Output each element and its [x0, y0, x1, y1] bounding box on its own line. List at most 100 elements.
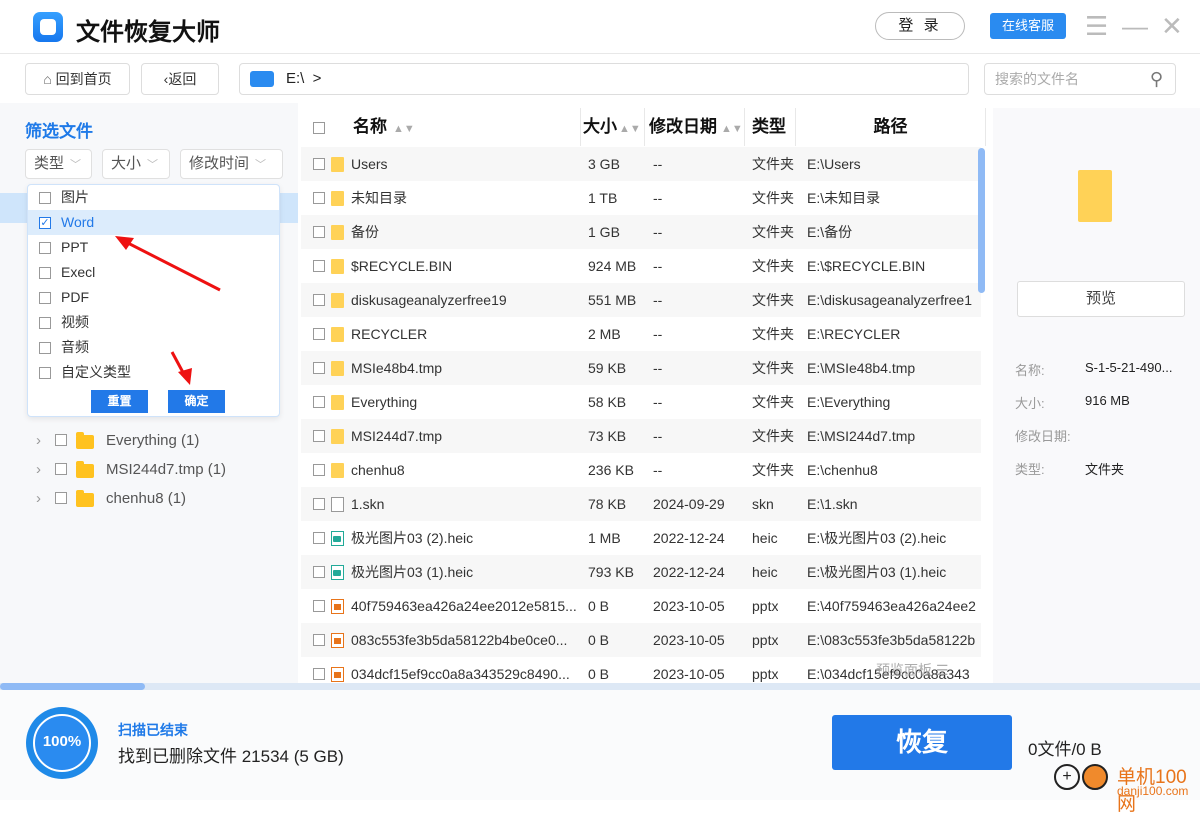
file-size: 0 B [588, 666, 610, 682]
sort-icon[interactable]: ▲▼ [721, 123, 743, 135]
file-date: -- [653, 258, 663, 274]
folder-icon [331, 428, 344, 444]
row-checkbox[interactable] [313, 634, 325, 646]
file-date: 2024-09-29 [653, 496, 725, 512]
option-checkbox[interactable] [39, 192, 51, 205]
table-scrollbar[interactable] [978, 148, 985, 293]
table-row[interactable]: Users 3 GB -- 文件夹 E:\Users [301, 147, 981, 181]
folder-icon [331, 258, 344, 274]
file-date: -- [653, 326, 663, 342]
file-size: 0 B [588, 632, 610, 648]
confirm-button[interactable]: 确定 [168, 390, 225, 413]
row-checkbox[interactable] [313, 566, 325, 578]
row-checkbox[interactable] [313, 260, 325, 272]
preview-button[interactable]: 预览 [1017, 281, 1185, 317]
recover-button[interactable]: 恢复 [832, 715, 1012, 770]
table-row[interactable]: diskusageanalyzerfree19 551 MB -- 文件夹 E:\dis… [301, 283, 981, 317]
row-checkbox[interactable] [313, 498, 325, 510]
tree-item[interactable]: › MSI244d7.tmp (1) [0, 455, 298, 484]
table-row[interactable]: Everything 58 KB -- 文件夹 E:\Everything [301, 385, 981, 419]
row-checkbox[interactable] [313, 396, 325, 408]
table-row[interactable]: MSI244d7.tmp 73 KB -- 文件夹 E:\MSI244d7.tmp [301, 419, 981, 453]
chevron-right-icon[interactable]: › [36, 484, 41, 513]
table-row[interactable]: 1.skn 78 KB 2024-09-29 skn E:\1.skn [301, 487, 981, 521]
row-checkbox[interactable] [313, 362, 325, 374]
file-path: E:\chenhu8 [807, 462, 878, 478]
row-checkbox[interactable] [313, 328, 325, 340]
close-icon[interactable]: ✕ [1161, 12, 1183, 40]
option-checkbox[interactable]: ✓ [39, 217, 51, 230]
option-checkbox[interactable] [39, 242, 51, 255]
row-checkbox[interactable] [313, 464, 325, 476]
chevron-right-icon[interactable]: › [36, 455, 41, 484]
type-filter-select[interactable]: 类型 ﹀ [25, 149, 92, 179]
table-row[interactable]: 40f759463ea426a24ee2012e5815... 0 B 2023-1… [301, 589, 981, 623]
row-checkbox[interactable] [313, 226, 325, 238]
option-checkbox[interactable] [39, 342, 51, 355]
search-input[interactable]: 搜索的文件名 ⚲ [984, 63, 1176, 95]
tree-checkbox[interactable] [55, 492, 67, 504]
option-checkbox[interactable] [39, 367, 51, 380]
option-checkbox[interactable] [39, 317, 51, 330]
menu-icon[interactable]: ☰ [1085, 12, 1108, 40]
table-row[interactable]: RECYCLER 2 MB -- 文件夹 E:\RECYCLER [301, 317, 981, 351]
sort-icon[interactable]: ▲▼ [619, 123, 641, 135]
file-size: 1 MB [588, 530, 621, 546]
table-row[interactable]: 083c553fe3b5da58122b4be0ce0... 0 B 2023-10… [301, 623, 981, 657]
file-path: E:\diskusageanalyzerfree1 [807, 292, 972, 308]
preview-panel-toggle[interactable]: 预览面板 ☰ [876, 660, 948, 680]
option-checkbox[interactable] [39, 267, 51, 280]
row-checkbox[interactable] [313, 668, 325, 680]
header-name[interactable]: 名称 ▲▼ [301, 108, 581, 146]
table-row[interactable]: 极光图片03 (2).heic 1 MB 2022-12-24 heic E:\极光图片… [301, 521, 981, 555]
row-checkbox[interactable] [313, 532, 325, 544]
tree-item[interactable]: › Everything (1) [0, 426, 298, 455]
tree-item[interactable]: › chenhu8 (1) [0, 484, 298, 513]
horizontal-scrollbar[interactable] [0, 683, 1200, 690]
header-path[interactable]: 路径 [796, 108, 986, 146]
preview-field-label: 名称: [1015, 363, 1045, 378]
header-type[interactable]: 类型 [745, 108, 796, 146]
folder-icon [331, 156, 344, 172]
table-row[interactable]: 未知目录 1 TB -- 文件夹 E:\未知目录 [301, 181, 981, 215]
file-path: E:\$RECYCLE.BIN [807, 258, 926, 274]
row-checkbox[interactable] [313, 600, 325, 612]
file-size: 236 KB [588, 462, 634, 478]
header-date[interactable]: 修改日期 ▲▼ [645, 108, 745, 146]
path-bar[interactable]: E:\ > [239, 63, 969, 95]
select-all-checkbox[interactable] [313, 121, 325, 134]
tree-checkbox[interactable] [55, 434, 67, 446]
table-row[interactable]: chenhu8 236 KB -- 文件夹 E:\chenhu8 [301, 453, 981, 487]
scrollbar-thumb[interactable] [0, 683, 145, 690]
header-size[interactable]: 大小 ▲▼ [581, 108, 645, 146]
folder-icon [76, 490, 94, 507]
size-filter-select[interactable]: 大小 ﹀ [102, 149, 170, 179]
online-support-button[interactable]: 在线客服 [990, 13, 1066, 39]
row-checkbox[interactable] [313, 430, 325, 442]
back-button[interactable]: ‹返回 [141, 63, 219, 95]
login-button[interactable]: 登 录 [875, 12, 965, 40]
sort-icon[interactable]: ▲▼ [393, 123, 415, 135]
table-row[interactable]: 备份 1 GB -- 文件夹 E:\备份 [301, 215, 981, 249]
minimize-icon[interactable]: — [1122, 12, 1148, 40]
file-name: $RECYCLE.BIN [351, 258, 453, 274]
file-date: -- [653, 360, 663, 376]
reset-button[interactable]: 重置 [91, 390, 148, 413]
option-checkbox[interactable] [39, 292, 51, 305]
file-name: 034dcf15ef9cc0a8a343529c8490... [351, 666, 570, 682]
chevron-right-icon[interactable]: › [36, 426, 41, 455]
scan-status: 扫描已结束 [118, 722, 188, 738]
row-checkbox[interactable] [313, 158, 325, 170]
row-checkbox[interactable] [313, 192, 325, 204]
mtime-filter-select[interactable]: 修改时间 ﹀ [180, 149, 283, 179]
search-icon[interactable]: ⚲ [1150, 64, 1163, 94]
home-button[interactable]: ⌂ 回到首页 [25, 63, 130, 95]
table-row[interactable]: $RECYCLE.BIN 924 MB -- 文件夹 E:\$RECYCLE.BIN [301, 249, 981, 283]
row-checkbox[interactable] [313, 294, 325, 306]
table-row[interactable]: MSIe48b4.tmp 59 KB -- 文件夹 E:\MSIe48b4.tmp [301, 351, 981, 385]
tree-checkbox[interactable] [55, 463, 67, 475]
table-row[interactable]: 极光图片03 (1).heic 793 KB 2022-12-24 heic E:\极光… [301, 555, 981, 589]
filter-option[interactable]: 图片 [28, 185, 279, 210]
file-date: -- [653, 190, 663, 206]
preview-field-label: 类型: [1015, 462, 1045, 477]
